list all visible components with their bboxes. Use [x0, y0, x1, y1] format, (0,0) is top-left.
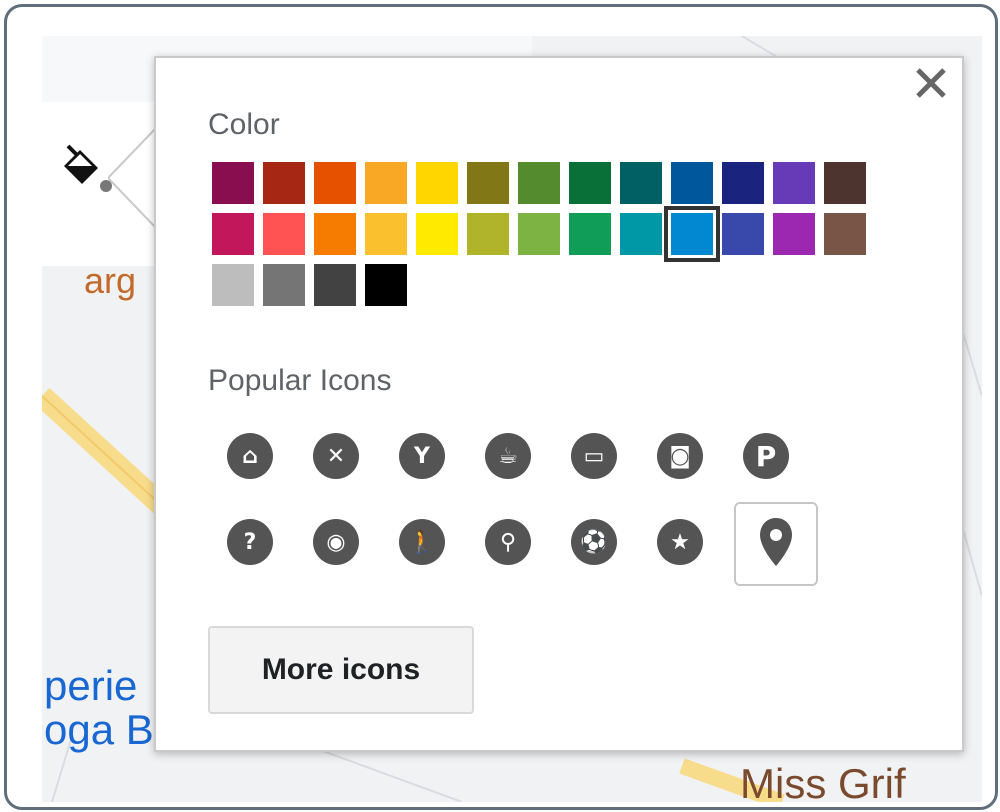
color-swatch[interactable]: [467, 162, 509, 204]
color-swatch[interactable]: [824, 213, 866, 255]
color-swatch[interactable]: [365, 213, 407, 255]
place-pin-icon-button[interactable]: [734, 502, 818, 586]
bar-icon-button[interactable]: Y: [390, 424, 454, 488]
shopping-icon: ◙: [657, 433, 703, 479]
color-swatch[interactable]: [518, 213, 560, 255]
cycling-icon-button[interactable]: ⚲: [476, 510, 540, 574]
soccer-icon-button[interactable]: ⚽: [562, 510, 626, 574]
home-icon: ⌂: [227, 433, 273, 479]
color-swatch[interactable]: [773, 213, 815, 255]
color-swatch[interactable]: [263, 264, 305, 306]
color-swatch[interactable]: [518, 162, 560, 204]
color-swatch[interactable]: [212, 213, 254, 255]
map-place-label-line2: oga B: [44, 706, 154, 753]
color-swatch[interactable]: [722, 162, 764, 204]
color-swatch[interactable]: [569, 162, 611, 204]
close-icon[interactable]: [914, 66, 948, 100]
color-swatch[interactable]: [314, 264, 356, 306]
soccer-icon: ⚽: [571, 519, 617, 565]
color-swatch[interactable]: [664, 206, 720, 262]
color-swatch[interactable]: [212, 162, 254, 204]
color-swatch[interactable]: [416, 162, 458, 204]
color-swatch[interactable]: [671, 162, 713, 204]
color-swatch[interactable]: [263, 162, 305, 204]
bar-icon: Y: [399, 433, 445, 479]
color-swatch[interactable]: [416, 213, 458, 255]
map-place-label-bottom[interactable]: Miss Grif: [740, 760, 906, 808]
color-swatch[interactable]: [365, 264, 407, 306]
help-icon: ?: [227, 519, 273, 565]
hiking-icon: 🚶: [399, 519, 445, 565]
icons-section-title: Popular Icons: [208, 364, 392, 397]
help-icon-button[interactable]: ?: [218, 510, 282, 574]
color-swatch[interactable]: [569, 213, 611, 255]
camera-icon: ◉: [313, 519, 359, 565]
parking-icon-button[interactable]: P: [734, 424, 798, 488]
color-swatch[interactable]: [365, 162, 407, 204]
restaurant-icon: ✕: [313, 433, 359, 479]
lodging-icon: ▭: [571, 433, 617, 479]
color-swatch[interactable]: [314, 213, 356, 255]
color-swatch[interactable]: [212, 264, 254, 306]
restaurant-icon-button[interactable]: ✕: [304, 424, 368, 488]
hiking-icon-button[interactable]: 🚶: [390, 510, 454, 574]
lodging-icon-button[interactable]: ▭: [562, 424, 626, 488]
color-swatch[interactable]: [824, 162, 866, 204]
camera-icon-button[interactable]: ◉: [304, 510, 368, 574]
map-label-orange: arg: [84, 260, 137, 301]
parking-icon: P: [743, 433, 789, 479]
color-swatch[interactable]: [314, 162, 356, 204]
shopping-icon-button[interactable]: ◙: [648, 424, 712, 488]
place-pin-icon: [758, 516, 794, 573]
cycling-icon: ⚲: [485, 519, 531, 565]
color-swatch[interactable]: [722, 213, 764, 255]
popup-pointer: [108, 128, 156, 228]
color-swatch[interactable]: [620, 162, 662, 204]
map-place-label[interactable]: perie oga B: [44, 664, 154, 752]
home-icon-button[interactable]: ⌂: [218, 424, 282, 488]
star-icon-button[interactable]: ★: [648, 510, 712, 574]
star-icon: ★: [657, 519, 703, 565]
cafe-icon: ☕: [485, 433, 531, 479]
paint-bucket-icon[interactable]: [58, 144, 114, 198]
more-icons-button[interactable]: More icons: [208, 626, 474, 714]
color-section-title: Color: [208, 108, 280, 141]
cafe-icon-button[interactable]: ☕: [476, 424, 540, 488]
color-swatch[interactable]: [263, 213, 305, 255]
color-swatch[interactable]: [467, 213, 509, 255]
map-place-label-line1: perie: [44, 662, 138, 709]
color-swatch[interactable]: [773, 162, 815, 204]
color-swatch[interactable]: [620, 213, 662, 255]
